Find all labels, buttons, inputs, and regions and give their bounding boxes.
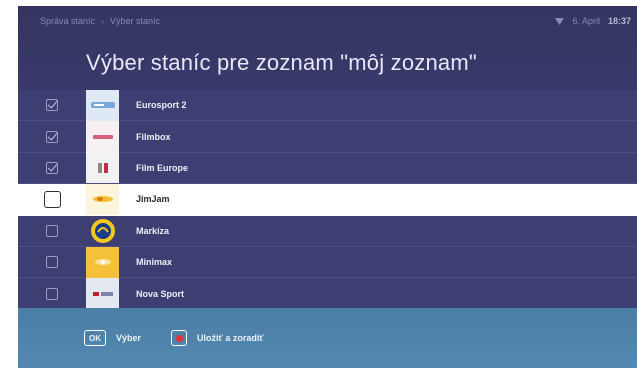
status-date: 6. April (572, 16, 600, 26)
channel-row[interactable]: Film Europe (18, 152, 637, 185)
novasport-logo (86, 278, 119, 310)
channel-name: Filmbox (136, 131, 171, 142)
status-area: 6. April 18:37 (555, 16, 631, 26)
channel-row[interactable]: Minimax (18, 246, 637, 279)
red-key-label: Uložiť a zoradiť (197, 333, 264, 343)
filmeurope-logo (86, 152, 119, 184)
channel-name: Film Europe (136, 162, 189, 173)
ok-key-label: Výber (116, 333, 142, 343)
markiza-logo (86, 215, 119, 246)
minimax-logo (86, 246, 119, 278)
channel-row[interactable]: Filmbox (18, 121, 637, 153)
ok-key[interactable]: OK (84, 330, 106, 346)
check-icon (47, 130, 58, 141)
breadcrumb-separator: › (101, 16, 105, 26)
checkbox[interactable] (18, 90, 86, 120)
red-button-icon (175, 334, 183, 342)
breadcrumb: Správa staníc › Výber staníc (40, 16, 160, 26)
channel-list: Eurosport 2 Filmbox Film Europe JimJam M… (18, 89, 637, 310)
channel-name: Minimax (136, 257, 173, 268)
checkbox[interactable] (18, 184, 86, 214)
page-title: Výber staníc pre zoznam "môj zoznam" (86, 50, 477, 75)
checkbox[interactable] (18, 278, 86, 308)
top-bar: Správa staníc › Výber staníc 6. April 18… (18, 6, 637, 36)
wifi-icon (555, 17, 565, 25)
check-icon (47, 98, 58, 109)
channel-name: Markíza (136, 225, 170, 236)
checkbox[interactable] (18, 216, 86, 246)
channel-name: JimJam (136, 194, 170, 205)
screen: Správa staníc › Výber staníc 6. April 18… (18, 6, 637, 368)
channel-row[interactable]: Eurosport 2 (18, 89, 637, 122)
red-key[interactable] (171, 330, 188, 346)
eurosport2-logo (86, 89, 119, 121)
jimjam-logo (86, 183, 119, 215)
breadcrumb-item[interactable]: Správa staníc (40, 16, 95, 26)
check-icon (47, 161, 58, 172)
channel-row[interactable]: Markíza (18, 215, 637, 247)
channel-name: Nova Sport (136, 288, 185, 299)
checkbox[interactable] (18, 247, 86, 277)
filmbox-logo (86, 121, 119, 153)
breadcrumb-item[interactable]: Výber staníc (110, 16, 160, 26)
channel-row-selected[interactable]: JimJam (18, 183, 637, 216)
checkbox[interactable] (18, 121, 86, 151)
checkbox[interactable] (18, 153, 86, 183)
channel-name: Eurosport 2 (136, 100, 187, 111)
status-time: 18:37 (607, 16, 631, 26)
channel-row[interactable]: Nova Sport (18, 278, 637, 310)
footer-bar: OK Výber Uložiť a zoradiť (18, 308, 637, 368)
